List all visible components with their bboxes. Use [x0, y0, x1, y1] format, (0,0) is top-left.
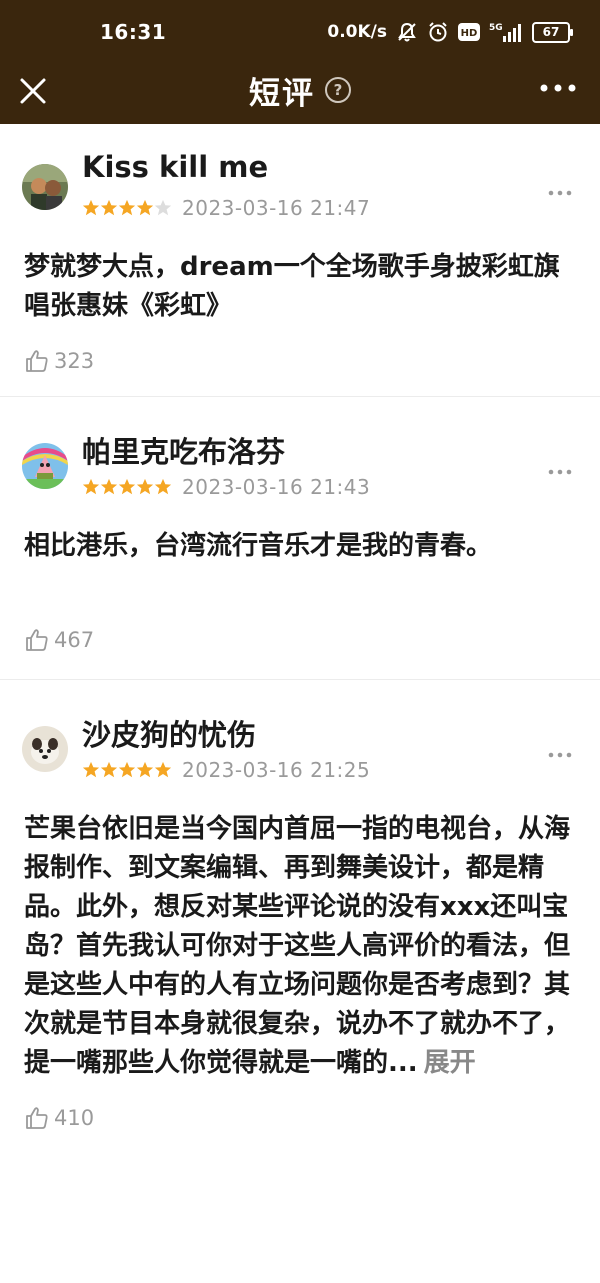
review-username[interactable]: 沙皮狗的忧伤	[82, 712, 256, 754]
review-content: 芒果台依旧是当今国内首屈一指的电视台，从海报制作、到文案编辑、再到舞美设计，都是…	[24, 810, 578, 1083]
avatar[interactable]	[22, 164, 68, 210]
like-count: 410	[54, 1106, 95, 1130]
star-icon	[136, 199, 154, 216]
status-icons: 0.0K/s HD 5G 67	[327, 21, 573, 43]
page-title: 短评	[249, 75, 315, 112]
review-item: 沙皮狗的忧伤 2023-03-16 21:25 芒果台依旧是当今国内首屈一指的电…	[0, 680, 600, 1283]
status-time: 16:31	[100, 20, 167, 44]
signal-label: 5G	[489, 23, 503, 33]
star-icon	[100, 199, 118, 216]
review-date: 2023-03-16 21:47	[182, 196, 371, 220]
more-options-icon[interactable]	[548, 461, 572, 475]
avatar[interactable]	[22, 726, 68, 772]
help-icon[interactable]: ?	[325, 77, 351, 103]
star-icon	[82, 478, 100, 495]
review-date: 2023-03-16 21:43	[182, 475, 371, 499]
like-button[interactable]: 323	[24, 348, 94, 374]
star-rating	[82, 199, 172, 217]
thumbs-up-icon	[26, 629, 48, 651]
thumbs-up-icon	[26, 350, 48, 372]
star-rating	[82, 761, 172, 779]
review-content: 梦就梦大点，dream一个全场歌手身披彩虹旗唱张惠妹《彩虹》	[24, 252, 560, 321]
star-icon	[100, 761, 118, 778]
like-button[interactable]: 410	[24, 1105, 94, 1131]
star-icon	[118, 199, 136, 216]
more-options-icon[interactable]	[548, 182, 572, 196]
star-icon	[136, 761, 154, 778]
alarm-icon	[427, 21, 449, 43]
review-text: 芒果台依旧是当今国内首屈一指的电视台，从海报制作、到文案编辑、再到舞美设计，都是…	[24, 814, 571, 1078]
review-username[interactable]: 帕里克吃布洛芬	[82, 429, 285, 471]
more-options-icon[interactable]	[548, 744, 572, 758]
star-icon	[118, 761, 136, 778]
thumbs-up-icon	[26, 1107, 48, 1129]
star-icon	[82, 199, 100, 216]
star-icon	[82, 761, 100, 778]
like-count: 467	[54, 628, 95, 652]
star-icon	[154, 761, 172, 778]
hd-label: HD	[461, 28, 478, 39]
review-item: Kiss kill me 2023-03-16 21:47 梦就梦大点，drea…	[0, 124, 600, 397]
review-date: 2023-03-16 21:25	[182, 758, 371, 782]
nav-bar: 短评 ?	[0, 64, 600, 124]
review-meta: 2023-03-16 21:25	[82, 758, 370, 782]
review-item: 帕里克吃布洛芬 2023-03-16 21:43 相比港乐，台湾流行音乐才是我的…	[0, 397, 600, 680]
review-content: 相比港乐，台湾流行音乐才是我的青春。	[24, 531, 493, 561]
nav-title-group: 短评 ?	[0, 64, 600, 116]
review-meta: 2023-03-16 21:47	[82, 196, 370, 220]
review-meta: 2023-03-16 21:43	[82, 475, 370, 499]
star-icon	[136, 478, 154, 495]
star-icon	[100, 478, 118, 495]
status-bar: 16:31 0.0K/s HD 5G 67	[0, 0, 600, 64]
like-button[interactable]: 467	[24, 627, 94, 653]
signal-icon: 5G	[489, 21, 523, 43]
star-empty-icon	[154, 199, 172, 216]
star-icon	[154, 478, 172, 495]
review-username[interactable]: Kiss kill me	[82, 150, 268, 184]
hd-icon: HD	[458, 23, 480, 41]
star-icon	[118, 478, 136, 495]
mute-icon	[396, 21, 418, 43]
more-icon[interactable]	[538, 78, 578, 98]
avatar[interactable]	[22, 443, 68, 489]
star-rating	[82, 478, 172, 496]
net-speed: 0.0K/s	[327, 22, 387, 42]
expand-link[interactable]: 展开	[424, 1048, 476, 1078]
like-count: 323	[54, 349, 95, 373]
top-bar: 16:31 0.0K/s HD 5G 67 短评 ?	[0, 0, 600, 124]
battery-icon: 67	[532, 21, 573, 43]
review-list: Kiss kill me 2023-03-16 21:47 梦就梦大点，drea…	[0, 124, 600, 1283]
